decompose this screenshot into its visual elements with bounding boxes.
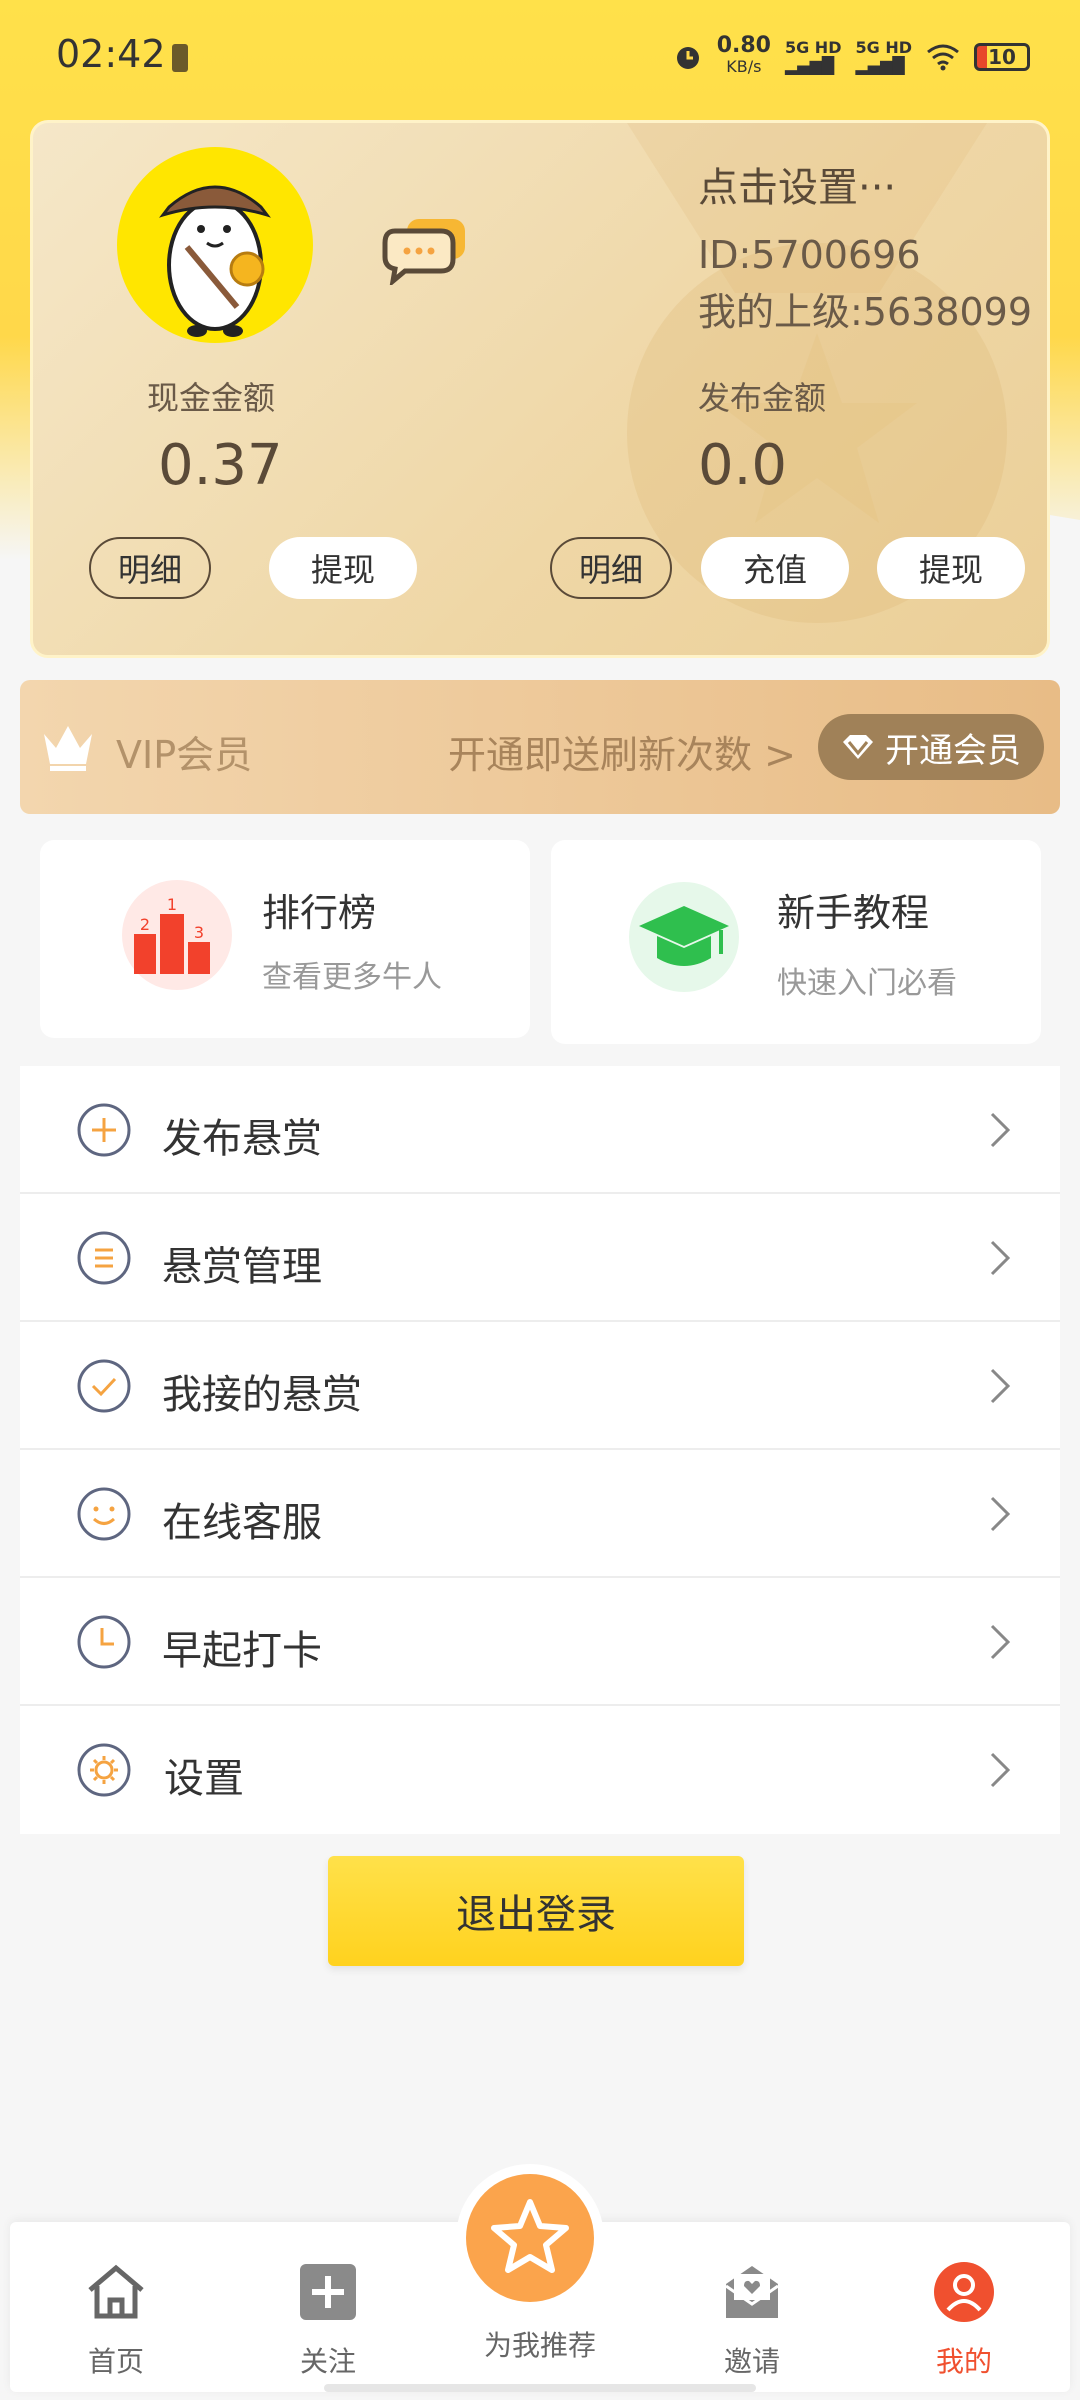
battery-saver-icon bbox=[172, 44, 188, 72]
menu-list: 发布悬赏 悬赏管理 我接的悬赏 在线客服 早起打卡 设置 bbox=[20, 1066, 1060, 1834]
recharge-button[interactable]: 充值 bbox=[701, 537, 849, 599]
publish-detail-button[interactable]: 明细 bbox=[550, 537, 672, 599]
publish-withdraw-button[interactable]: 提现 bbox=[877, 537, 1025, 599]
nav-recommend[interactable] bbox=[456, 2164, 604, 2312]
message-icon[interactable] bbox=[381, 215, 471, 285]
cash-detail-button[interactable]: 明细 bbox=[89, 537, 211, 599]
user-icon bbox=[934, 2262, 994, 2322]
podium-icon: 2 1 3 bbox=[122, 880, 232, 990]
home-icon bbox=[88, 2264, 144, 2319]
svg-text:1: 1 bbox=[167, 895, 177, 914]
open-vip-label: 开通会员 bbox=[885, 730, 1021, 771]
status-time: 02:42 bbox=[56, 32, 166, 76]
menu-item-my-accepted-rewards[interactable]: 我接的悬赏 bbox=[20, 1322, 1060, 1450]
envelope-heart-icon bbox=[725, 2266, 779, 2318]
chevron-right-icon bbox=[990, 1624, 1011, 1660]
vip-banner[interactable]: VIP会员 开通即送刷新次数 > 开通会员 bbox=[20, 680, 1060, 814]
menu-item-settings[interactable]: 设置 bbox=[20, 1706, 1060, 1834]
chevron-right-icon bbox=[990, 1112, 1011, 1148]
chevron-right-icon bbox=[990, 1368, 1011, 1404]
diamond-icon bbox=[843, 735, 873, 759]
publish-value: 0.0 bbox=[698, 433, 788, 498]
status-bar: 02:42 0.80 KB/s 5G HD ▂▄▆█ 5G HD ▂▄▆█ 10 bbox=[0, 0, 1080, 110]
avatar[interactable] bbox=[117, 147, 313, 343]
check-circle-icon bbox=[77, 1359, 131, 1413]
smile-circle-icon bbox=[77, 1487, 131, 1541]
cash-withdraw-button[interactable]: 提现 bbox=[269, 537, 417, 599]
publish-label: 发布金额 bbox=[698, 379, 827, 417]
svg-text:2: 2 bbox=[140, 915, 150, 934]
menu-label: 我接的悬赏 bbox=[162, 1372, 362, 1418]
signal-2: 5G HD ▂▄▆█ bbox=[855, 37, 912, 75]
menu-item-publish-reward[interactable]: 发布悬赏 bbox=[20, 1066, 1060, 1194]
menu-label: 在线客服 bbox=[162, 1500, 322, 1546]
nav-home-label: 首页 bbox=[87, 2345, 144, 2378]
ranking-title: 排行榜 bbox=[262, 891, 377, 935]
nav-recommend-label: 为我推荐 bbox=[483, 2329, 596, 2362]
nav-invite-label: 邀请 bbox=[723, 2345, 780, 2378]
menu-label: 发布悬赏 bbox=[162, 1116, 322, 1162]
nav-home[interactable]: 首页 bbox=[10, 2222, 222, 2392]
user-id: ID:5700696 bbox=[698, 233, 921, 277]
nickname-setting[interactable]: 点击设置··· bbox=[698, 155, 896, 213]
clock-icon bbox=[77, 1615, 131, 1669]
vip-title: VIP会员 bbox=[116, 733, 253, 777]
menu-label: 悬赏管理 bbox=[162, 1244, 322, 1290]
parent-id: 我的上级:5638099 bbox=[698, 290, 1033, 334]
vip-promo[interactable]: 开通即送刷新次数 > bbox=[448, 724, 796, 779]
tutorial-card[interactable]: 新手教程 快速入门必看 bbox=[551, 840, 1041, 1044]
menu-item-online-support[interactable]: 在线客服 bbox=[20, 1450, 1060, 1578]
crown-icon bbox=[44, 726, 92, 771]
home-indicator bbox=[324, 2384, 756, 2392]
chevron-right-icon bbox=[990, 1496, 1011, 1532]
menu-label: 设置 bbox=[164, 1756, 244, 1802]
menu-item-early-checkin[interactable]: 早起打卡 bbox=[20, 1578, 1060, 1706]
star-icon bbox=[491, 2199, 569, 2273]
wifi-icon bbox=[927, 44, 959, 70]
network-speed: 0.80 KB/s bbox=[716, 33, 771, 77]
cash-label: 现金金额 bbox=[147, 379, 276, 417]
nav-follow[interactable]: 关注 bbox=[222, 2222, 434, 2392]
open-vip-button[interactable]: 开通会员 bbox=[818, 714, 1044, 780]
list-circle-icon bbox=[77, 1231, 131, 1285]
tutorial-subtitle: 快速入门必看 bbox=[777, 966, 957, 1001]
add-square-icon bbox=[300, 2264, 356, 2320]
signal-1: 5G HD ▂▄▆█ bbox=[784, 37, 842, 75]
svg-text:3: 3 bbox=[194, 923, 204, 942]
nav-invite[interactable]: 邀请 bbox=[646, 2222, 858, 2392]
ranking-card[interactable]: 2 1 3 排行榜 查看更多牛人 bbox=[40, 840, 530, 1038]
logout-button[interactable]: 退出登录 bbox=[328, 1856, 744, 1966]
cash-value: 0.37 bbox=[158, 433, 283, 498]
graduation-cap-icon bbox=[629, 882, 739, 992]
alarm-icon bbox=[676, 46, 699, 69]
menu-label: 早起打卡 bbox=[162, 1628, 322, 1674]
chevron-right-icon bbox=[990, 1240, 1011, 1276]
ranking-subtitle: 查看更多牛人 bbox=[262, 960, 442, 995]
menu-item-reward-management[interactable]: 悬赏管理 bbox=[20, 1194, 1060, 1322]
plus-circle-icon bbox=[77, 1103, 131, 1157]
gear-icon bbox=[77, 1743, 131, 1797]
chevron-right-icon bbox=[990, 1752, 1011, 1788]
nav-follow-label: 关注 bbox=[299, 2345, 356, 2378]
nav-mine-label: 我的 bbox=[935, 2345, 992, 2378]
profile-card: 点击设置··· ID:5700696 我的上级:5638099 现金金额 0.3… bbox=[30, 120, 1050, 658]
battery-indicator: 10 bbox=[974, 42, 1030, 71]
nav-mine[interactable]: 我的 bbox=[858, 2222, 1070, 2392]
tutorial-title: 新手教程 bbox=[777, 891, 930, 935]
